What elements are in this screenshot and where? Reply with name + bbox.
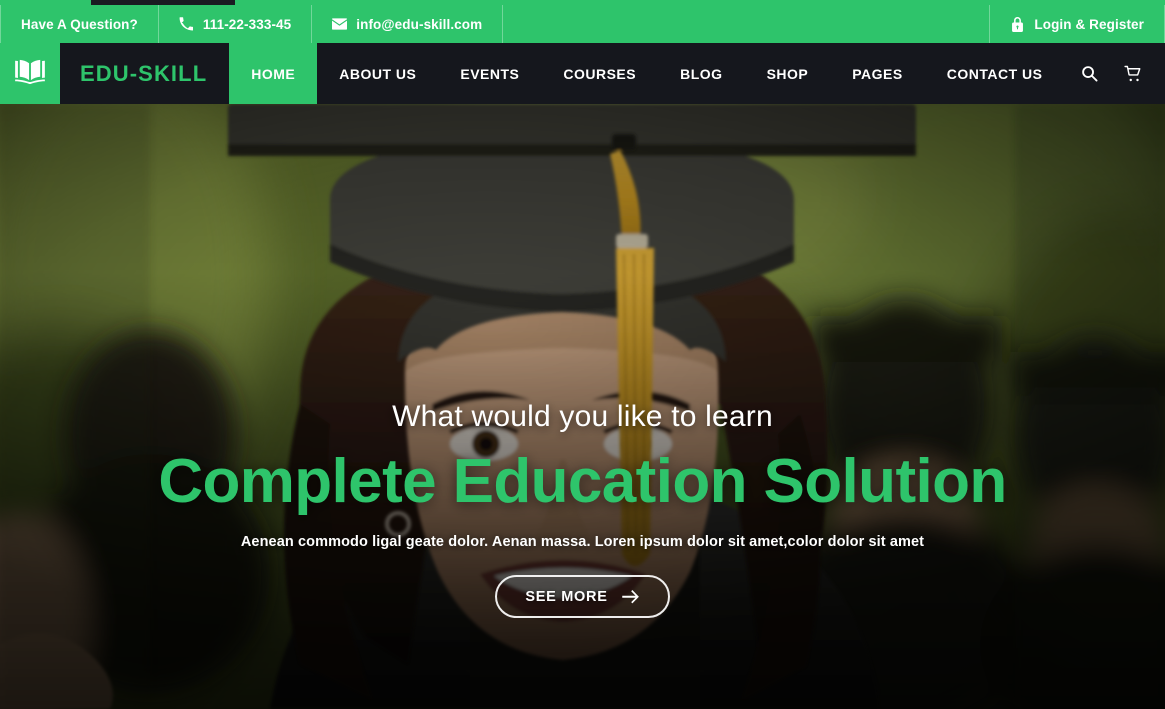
nav-item-label: PAGES — [852, 65, 903, 82]
email-address: info@edu-skill.com — [356, 16, 483, 32]
nav-item-shop[interactable]: SHOP — [745, 43, 831, 104]
browser-tab-remnant — [91, 0, 235, 5]
shopping-cart-icon[interactable] — [1123, 64, 1143, 84]
nav-item-home[interactable]: HOME — [229, 43, 318, 104]
email-link[interactable]: info@edu-skill.com — [312, 5, 502, 43]
envelope-icon — [332, 17, 348, 32]
nav-item-courses[interactable]: COURSES — [541, 43, 658, 104]
have-a-question-label: Have A Question? — [1, 5, 158, 43]
open-book-icon — [14, 58, 46, 89]
nav-item-label: COURSES — [563, 65, 637, 82]
nav-item-contact-us[interactable]: CONTACT US — [925, 43, 1065, 104]
top-utility-bar: Have A Question? 111-22-333-45 info@edu-… — [0, 5, 1165, 43]
question-label-text: Have A Question? — [21, 16, 138, 32]
hero-kicker: What would you like to learn — [392, 400, 773, 433]
nav-item-label: SHOP — [766, 65, 809, 82]
nav-item-label: BLOG — [680, 65, 723, 82]
phone-number: 111-22-333-45 — [202, 16, 292, 32]
nav-item-label: HOME — [251, 65, 296, 82]
arrow-right-icon — [621, 589, 640, 604]
nav-item-label: ABOUT US — [339, 65, 417, 82]
login-register-label: Login & Register — [1034, 16, 1144, 32]
see-more-button[interactable]: SEE MORE — [495, 575, 670, 619]
nav-menu: HOME ABOUT US EVENTS COURSES BLOG SHOP P… — [229, 43, 1064, 104]
nav-item-label: EVENTS — [460, 65, 520, 82]
hero-banner: What would you like to learn Complete Ed… — [0, 104, 1165, 709]
search-icon[interactable] — [1079, 64, 1099, 84]
hero-subtitle: Aenean commodo ligal geate dolor. Aenan … — [240, 534, 925, 551]
hero-title: Complete Education Solution — [158, 447, 1007, 516]
login-register-link[interactable]: Login & Register — [990, 5, 1164, 43]
see-more-label: SEE MORE — [525, 588, 608, 605]
lock-icon — [1010, 16, 1025, 32]
main-navigation-bar: EDU-SKILL HOME ABOUT US EVENTS COURSES B… — [0, 43, 1165, 104]
phone-icon — [179, 17, 194, 32]
logo-mark[interactable] — [0, 43, 60, 104]
phone-link[interactable]: 111-22-333-45 — [159, 5, 311, 43]
nav-tools — [1079, 43, 1165, 104]
nav-item-label: CONTACT US — [946, 65, 1043, 82]
nav-item-blog[interactable]: BLOG — [658, 43, 744, 104]
nav-item-pages[interactable]: PAGES — [830, 43, 924, 104]
hero-content: What would you like to learn Complete Ed… — [0, 400, 1165, 619]
nav-item-events[interactable]: EVENTS — [438, 43, 541, 104]
nav-item-about-us[interactable]: ABOUT US — [317, 43, 438, 104]
brand-name[interactable]: EDU-SKILL — [60, 43, 227, 104]
